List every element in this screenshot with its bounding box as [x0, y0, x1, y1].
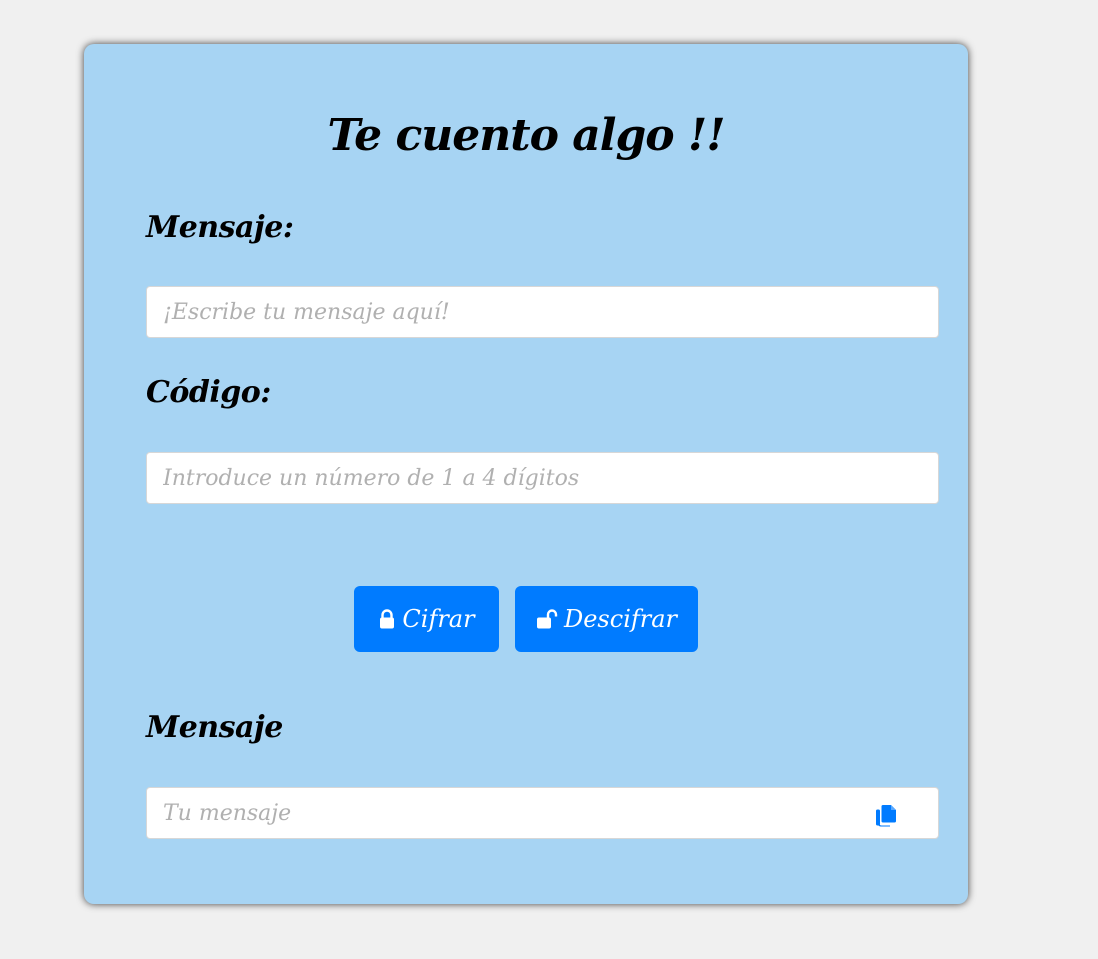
result-label: Mensaje [146, 710, 283, 745]
decrypt-button[interactable]: Descifrar [515, 586, 698, 652]
encrypt-button[interactable]: Cifrar [354, 586, 499, 652]
cipher-card: Te cuento algo !! Mensaje: Código: Cifra… [84, 44, 968, 904]
code-label: Código: [146, 375, 271, 410]
message-label: Mensaje: [146, 210, 294, 245]
copy-icon[interactable] [874, 802, 900, 828]
code-input[interactable] [146, 452, 939, 504]
result-output[interactable] [146, 787, 939, 839]
decrypt-button-label: Descifrar [563, 605, 677, 633]
message-input[interactable] [146, 286, 939, 338]
unlock-icon [536, 608, 558, 630]
page-title: Te cuento algo !! [327, 110, 725, 161]
encrypt-button-label: Cifrar [402, 605, 475, 633]
lock-icon [378, 608, 396, 630]
